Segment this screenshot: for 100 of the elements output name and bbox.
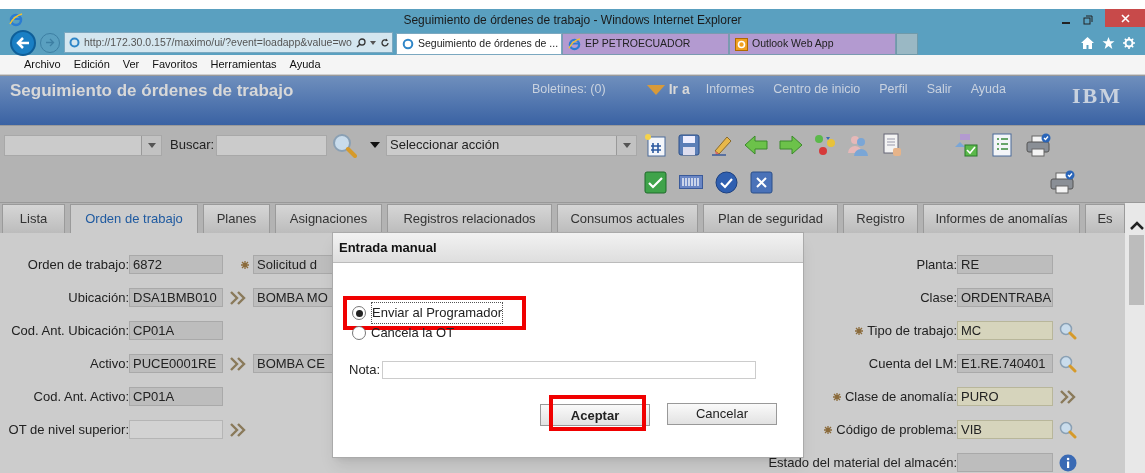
printer-icon[interactable] [1050, 170, 1076, 194]
save-icon[interactable] [678, 134, 701, 156]
field-label: Cod. Ant. Ubicación: [11, 321, 129, 340]
input-field[interactable]: 6872 [129, 255, 223, 274]
browser-tab[interactable]: Seguimiento de órdenes de ... [396, 33, 562, 55]
restore-icon[interactable] [1083, 14, 1093, 25]
double-chevron-icon[interactable] [230, 356, 246, 371]
scrollbar[interactable] [1125, 203, 1145, 473]
query-select[interactable] [4, 134, 162, 156]
settings-icon[interactable] [1123, 36, 1135, 49]
right-arrow-icon[interactable] [779, 135, 804, 155]
tab[interactable]: Es [1085, 204, 1125, 233]
browser-tab[interactable]: EP PETROECUADOR [562, 33, 729, 55]
field-label: Activo: [90, 354, 129, 373]
tab[interactable]: Registro [843, 204, 918, 233]
field-label: Tipo de trabajo: [867, 321, 957, 340]
tab[interactable]: Registros relacionados [387, 204, 552, 233]
input-field[interactable]: CP01A [129, 387, 223, 406]
barcode-icon[interactable] [679, 175, 703, 189]
dialog-button[interactable]: Cancelar [667, 402, 777, 425]
input-field[interactable] [957, 453, 1053, 472]
radio-label: Enviar al Programador [371, 302, 504, 324]
menu-item[interactable]: Ayuda [289, 56, 321, 73]
page-icon [402, 38, 414, 50]
field-label: Orden de trabajo: [27, 255, 129, 274]
browser-tab[interactable]: Outlook Web App [729, 33, 896, 55]
mail-app-icon [735, 37, 748, 51]
star-icon[interactable] [1102, 36, 1115, 49]
tab[interactable]: Orden de trabajo [70, 204, 198, 233]
tab[interactable]: Consumos actuales [557, 204, 698, 233]
note-field[interactable] [382, 360, 757, 379]
printer-icon[interactable] [1026, 133, 1053, 157]
refresh-icon[interactable] [379, 37, 390, 48]
tab[interactable]: Informes de anomalías [923, 204, 1080, 233]
tab[interactable]: Asignaciones [275, 204, 382, 233]
input-field[interactable]: RE [957, 255, 1053, 274]
workflow-icon[interactable] [954, 133, 979, 157]
menu-item[interactable]: Ver [122, 56, 140, 73]
input-field[interactable]: VIB [957, 420, 1053, 439]
tab[interactable]: Plan de seguridad [703, 204, 838, 233]
back-arrow-icon [16, 36, 30, 49]
note-label: Nota: [349, 361, 381, 379]
dialog-button[interactable]: Aceptar [540, 404, 650, 427]
eraser-icon[interactable] [711, 134, 734, 156]
menu-item[interactable]: Favoritos [152, 56, 198, 73]
double-chevron-icon[interactable] [230, 422, 246, 437]
forward-arrow-icon [45, 38, 55, 47]
scrollbar-thumb[interactable] [1129, 235, 1144, 305]
radio-button[interactable] [352, 306, 366, 320]
search-field[interactable] [216, 134, 328, 156]
input-field[interactable]: CP01A [129, 321, 223, 340]
new-document-icon[interactable] [643, 133, 668, 157]
action-select-value: Seleccionar acción [389, 136, 501, 155]
input-field[interactable]: DSA1BMB010 [129, 288, 223, 307]
dropdown-arrow-icon[interactable] [370, 142, 381, 148]
home-icon[interactable] [1081, 36, 1094, 49]
input-field[interactable] [129, 420, 223, 439]
input-field[interactable]: ORDENTRABA [957, 288, 1053, 307]
field-label: Clase: [920, 288, 957, 307]
new-tab-button[interactable] [896, 33, 918, 55]
shapes-icon[interactable] [814, 134, 837, 156]
check-circle-icon[interactable] [715, 170, 738, 194]
left-arrow-icon[interactable] [744, 135, 769, 155]
dropdown-arrow-icon [622, 142, 631, 148]
double-chevron-icon[interactable] [1060, 389, 1076, 404]
field-label: Cod. Ant. Activo: [33, 387, 129, 406]
input-field[interactable]: MC [957, 321, 1053, 340]
ibm-logo: IBM [1072, 82, 1122, 110]
search-icon[interactable] [355, 37, 366, 48]
double-chevron-icon[interactable] [230, 290, 246, 305]
input-field[interactable]: PUCE0001RE [129, 354, 223, 373]
close-square-icon[interactable] [750, 170, 773, 194]
close-button[interactable] [1105, 9, 1145, 27]
input-field[interactable]: PURO [957, 387, 1053, 406]
menu-item[interactable]: Edición [73, 56, 110, 73]
radio-button[interactable] [352, 326, 366, 340]
checkbox-icon[interactable] [644, 170, 667, 194]
scroll-up-icon[interactable] [1129, 221, 1144, 230]
close-icon [1120, 13, 1130, 23]
action-select[interactable]: Seleccionar acción [386, 134, 638, 156]
field-label: Clase de anomalía: [845, 387, 957, 406]
back-button[interactable] [10, 29, 36, 56]
page-icon [69, 37, 80, 48]
field-label: OT de nivel superior: [8, 420, 129, 439]
dropdown-arrow-icon[interactable] [369, 40, 376, 45]
field-label: Planta: [916, 255, 957, 274]
menu-item[interactable]: Archivo [24, 56, 61, 73]
search-label: Buscar: [170, 136, 215, 155]
tab[interactable]: Lista [2, 204, 65, 233]
field-label: Código de problema: [836, 420, 957, 439]
input-field[interactable]: E1.RE.740401 [957, 354, 1053, 373]
tab[interactable]: Planes [203, 204, 270, 233]
url-text: http://172.30.0.157/maximo/ui/?event=loadapp&value=wo [84, 34, 352, 50]
radio-label: Cancela la OT [371, 324, 455, 343]
address-bar[interactable]: http://172.30.0.157/maximo/ui/?event=loadapp&value=wo [64, 32, 393, 53]
field-label: Ubicación: [68, 288, 129, 307]
menu-item[interactable]: Herramientas [210, 56, 277, 73]
field-label: Cuenta del LM: [868, 354, 957, 373]
checklist-icon[interactable] [992, 133, 1013, 157]
info-icon[interactable] [1059, 453, 1077, 472]
